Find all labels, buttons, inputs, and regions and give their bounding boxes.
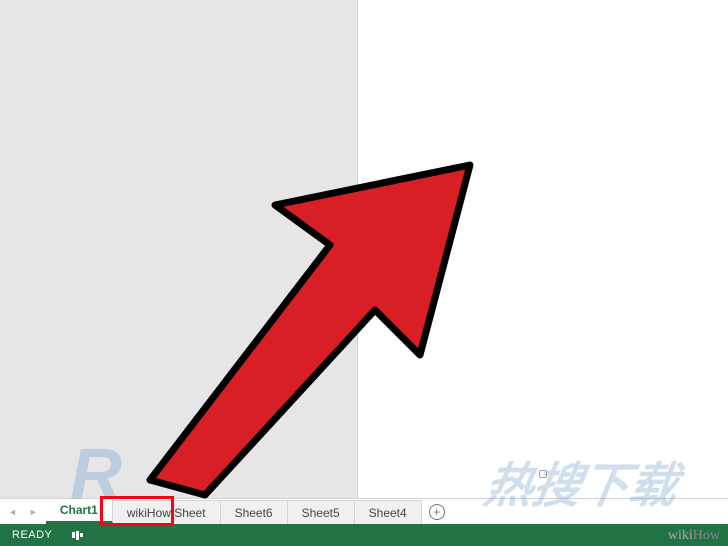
left-pane	[0, 0, 358, 498]
tab-sheet4[interactable]: Sheet4	[355, 500, 422, 524]
plus-icon: +	[429, 504, 445, 520]
watermark-wiki: wiki	[668, 528, 693, 543]
watermark-wikihow: wikiHow	[668, 528, 720, 544]
status-bar: READY	[0, 524, 728, 546]
tab-sheet5[interactable]: Sheet5	[288, 500, 355, 524]
chart-canvas[interactable]	[358, 0, 728, 498]
sheet-tab-strip: ◄ ► Chart1 wikiHow Sheet Sheet6 Sheet5 S…	[0, 498, 728, 524]
resize-handle-bottom[interactable]	[539, 470, 547, 478]
tab-chart1[interactable]: Chart1	[46, 498, 113, 524]
tab-sheet6[interactable]: Sheet6	[221, 500, 288, 524]
tabs-container: Chart1 wikiHow Sheet Sheet6 Sheet5 Sheet…	[46, 499, 422, 524]
status-ready: READY	[12, 529, 52, 541]
tab-next-icon[interactable]: ►	[29, 507, 38, 517]
workspace	[0, 0, 728, 498]
tab-navigation: ◄ ►	[0, 499, 46, 524]
tab-prev-icon[interactable]: ◄	[8, 507, 17, 517]
macro-record-icon[interactable]	[72, 531, 83, 540]
add-sheet-button[interactable]: +	[422, 499, 452, 524]
tab-wikihow-sheet[interactable]: wikiHow Sheet	[113, 500, 221, 524]
watermark-how: How	[693, 528, 720, 543]
